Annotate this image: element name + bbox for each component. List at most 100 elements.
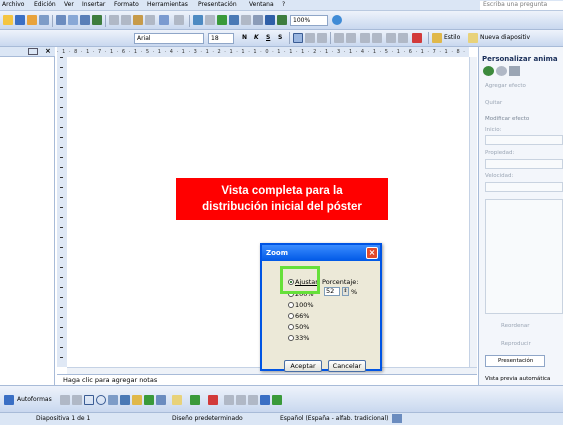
help-icon[interactable] <box>332 15 342 25</box>
dash-style-icon[interactable] <box>236 395 246 405</box>
3d-style-icon[interactable] <box>272 395 282 405</box>
menu-ver[interactable]: Ver <box>64 1 74 8</box>
print-preview-icon[interactable] <box>68 15 78 25</box>
align-left-icon[interactable] <box>293 33 303 43</box>
clipart-icon[interactable] <box>144 395 154 405</box>
decrease-font-icon[interactable] <box>372 33 382 43</box>
autopreview-checkbox[interactable]: Vista previa automática <box>485 376 550 382</box>
oval-icon[interactable] <box>96 395 106 405</box>
rectangle-icon[interactable] <box>84 395 94 405</box>
paste-icon[interactable] <box>133 15 143 25</box>
underline-button[interactable]: S <box>266 34 270 41</box>
spelling-status-icon[interactable] <box>392 414 402 423</box>
print-icon[interactable] <box>56 15 66 25</box>
insert-chart-icon[interactable] <box>193 15 203 25</box>
reorder-button[interactable]: Reordenar <box>501 323 529 329</box>
insert-table-icon[interactable] <box>205 15 215 25</box>
back-icon[interactable] <box>483 66 494 76</box>
increase-font-icon[interactable] <box>360 33 370 43</box>
home-icon[interactable] <box>509 66 520 76</box>
menu-presentacion[interactable]: Presentación <box>198 1 237 8</box>
menu-help[interactable]: ? <box>282 1 285 8</box>
zoom-option-50[interactable]: 50% <box>288 323 309 331</box>
align-center-icon[interactable] <box>305 33 315 43</box>
diagram-icon[interactable] <box>132 395 142 405</box>
help-search-input[interactable]: Escriba una pregunta <box>480 1 563 10</box>
open-icon[interactable] <box>27 15 37 25</box>
design-icon[interactable] <box>432 33 442 43</box>
save-icon[interactable] <box>15 15 25 25</box>
slides-tab-icon[interactable] <box>28 48 38 55</box>
wordart-icon[interactable] <box>120 395 130 405</box>
arrow-icon[interactable] <box>72 395 82 405</box>
animation-list[interactable] <box>485 199 563 314</box>
permission-icon[interactable] <box>39 15 49 25</box>
font-color-draw-icon[interactable] <box>208 395 218 405</box>
copy-icon[interactable] <box>121 15 131 25</box>
undo-icon[interactable] <box>159 15 169 25</box>
font-combo[interactable]: Arial <box>134 33 204 44</box>
arrow-style-icon[interactable] <box>248 395 258 405</box>
menu-insertar[interactable]: Insertar <box>82 1 105 8</box>
grid-icon[interactable] <box>265 15 275 25</box>
cut-icon[interactable] <box>109 15 119 25</box>
align-right-icon[interactable] <box>317 33 327 43</box>
percent-input[interactable]: 52 <box>324 287 340 296</box>
menu-formato[interactable]: Formato <box>114 1 139 8</box>
add-effect-button[interactable]: Agregar efecto <box>485 83 526 89</box>
color-grayscale-icon[interactable] <box>277 15 287 25</box>
redo-icon[interactable] <box>174 15 184 25</box>
select-objects-icon[interactable] <box>4 395 14 405</box>
bullets-icon[interactable] <box>346 33 356 43</box>
line-icon[interactable] <box>60 395 70 405</box>
fill-color-icon[interactable] <box>172 395 182 405</box>
menu-ventana[interactable]: Ventana <box>249 1 274 8</box>
font-size-combo[interactable]: 18 <box>208 33 234 44</box>
menu-archivo[interactable]: Archivo <box>2 1 24 8</box>
numbering-icon[interactable] <box>334 33 344 43</box>
menu-edicion[interactable]: Edición <box>34 1 56 8</box>
close-icon[interactable]: × <box>45 47 51 55</box>
increase-indent-icon[interactable] <box>398 33 408 43</box>
start-select[interactable] <box>485 135 563 145</box>
italic-button[interactable]: K <box>254 34 259 41</box>
insert-picture-icon[interactable] <box>217 15 227 25</box>
design-button[interactable]: Estilo <box>444 34 460 41</box>
spelling-icon[interactable] <box>80 15 90 25</box>
hyperlink-icon[interactable] <box>229 15 239 25</box>
zoom-combo[interactable]: 100% <box>290 15 328 26</box>
decrease-indent-icon[interactable] <box>386 33 396 43</box>
line-style-icon[interactable] <box>224 395 234 405</box>
format-painter-icon[interactable] <box>145 15 155 25</box>
cancel-button[interactable]: Cancelar <box>328 360 366 372</box>
dialog-close-icon[interactable]: × <box>366 247 378 259</box>
shadow-style-icon[interactable] <box>260 395 270 405</box>
vertical-scrollbar[interactable] <box>469 57 477 367</box>
new-slide-icon[interactable] <box>468 33 478 43</box>
slideshow-button[interactable]: Presentación <box>485 355 545 367</box>
forward-icon[interactable] <box>496 66 507 76</box>
shadow-button[interactable]: S <box>278 34 282 41</box>
zoom-option-33[interactable]: 33% <box>288 334 309 342</box>
notes-pane[interactable]: Haga clic para agregar notas <box>57 374 477 385</box>
zoom-option-100[interactable]: 100% <box>288 301 314 309</box>
expand-all-icon[interactable] <box>241 15 251 25</box>
percent-spinner-icon[interactable]: ⇕ <box>342 287 349 296</box>
line-color-icon[interactable] <box>190 395 200 405</box>
font-color-icon[interactable] <box>412 33 422 43</box>
research-icon[interactable] <box>92 15 102 25</box>
ok-button[interactable]: Aceptar <box>284 360 322 372</box>
show-formatting-icon[interactable] <box>253 15 263 25</box>
play-button[interactable]: Reproducir <box>501 341 531 347</box>
bold-button[interactable]: N <box>242 34 247 41</box>
textbox-icon[interactable] <box>108 395 118 405</box>
zoom-option-66[interactable]: 66% <box>288 312 309 320</box>
autoshapes-button[interactable]: Autoformas <box>17 396 52 403</box>
speed-select[interactable] <box>485 182 563 192</box>
property-select[interactable] <box>485 159 563 169</box>
new-icon[interactable] <box>3 15 13 25</box>
new-slide-button[interactable]: Nueva diapositiv <box>480 34 530 41</box>
picture-icon[interactable] <box>156 395 166 405</box>
remove-effect-button[interactable]: Quitar <box>485 100 502 106</box>
menu-herramientas[interactable]: Herramientas <box>147 1 188 8</box>
